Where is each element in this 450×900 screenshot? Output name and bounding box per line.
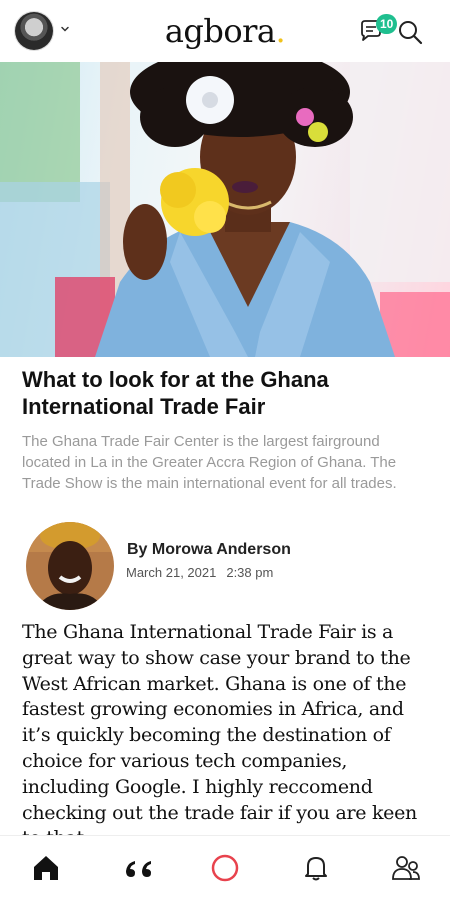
people-icon bbox=[392, 856, 420, 880]
article-date: March 21, 2021 bbox=[126, 565, 217, 580]
nav-quotes[interactable] bbox=[120, 850, 156, 886]
article-hero-image[interactable] bbox=[0, 62, 450, 357]
home-icon bbox=[34, 856, 58, 880]
record-circle-icon bbox=[211, 854, 239, 882]
article-time: 2:38 pm bbox=[226, 565, 274, 580]
article-title[interactable]: What to look for at the Ghana Internatio… bbox=[22, 366, 432, 420]
logo-dot: . bbox=[275, 12, 286, 50]
article-summary: The Ghana Trade Fair Center is the large… bbox=[22, 433, 397, 492]
bottom-navigation bbox=[0, 835, 450, 900]
nav-record[interactable] bbox=[207, 850, 243, 886]
nav-notifications[interactable] bbox=[298, 850, 334, 886]
logo-text: agbora bbox=[164, 12, 276, 50]
article-timestamp: March 21, 2021 2:38 pm bbox=[126, 565, 273, 580]
messages-badge: 10 bbox=[376, 14, 398, 34]
nav-home[interactable] bbox=[28, 850, 64, 886]
author-avatar[interactable] bbox=[26, 522, 114, 610]
quote-icon bbox=[126, 861, 151, 877]
app-header: agbora. 10 bbox=[0, 0, 450, 62]
bell-icon bbox=[305, 857, 327, 881]
search-icon[interactable] bbox=[396, 18, 424, 46]
author-name[interactable]: By Morowa Anderson bbox=[127, 541, 291, 559]
nav-community[interactable] bbox=[388, 850, 424, 886]
article-body: The Ghana International Trade Fair is a … bbox=[22, 621, 417, 835]
